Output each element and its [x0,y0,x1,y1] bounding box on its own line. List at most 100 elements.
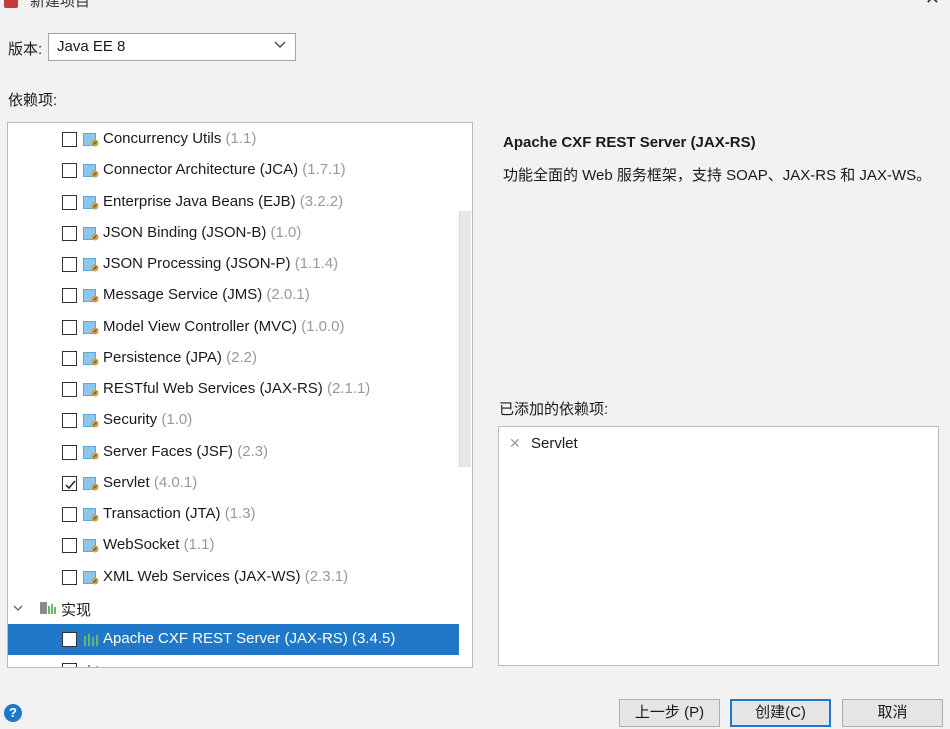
dependency-checkbox[interactable] [62,257,77,272]
dependency-name: Server Faces (JSF) [103,442,234,460]
dependency-version: (4.0.1) [153,473,198,491]
dependency-row[interactable]: Transaction (JTA) (1.3) [8,499,472,530]
dependency-row[interactable]: JSON Processing (JSON-P) (1.1.4) [8,249,472,280]
library-icon [83,195,99,210]
dependency-name: Persistence (JPA) [103,348,222,366]
previous-button[interactable]: 上一步 (P) [619,699,720,727]
dependency-label: Security (1.0) [103,411,192,428]
dependency-version: (2.3.1) [304,567,349,585]
dependency-checkbox[interactable] [62,507,77,522]
dependency-version: (1.3) [224,505,256,522]
dependency-checkbox[interactable] [62,569,77,585]
scrollbar-thumb[interactable] [459,211,471,467]
dependency-version: (1.1.4) [294,255,339,272]
dependency-row[interactable]: XML Web Services (JAX-WS) (2.3.1) [8,562,472,593]
dependency-label: Connector Architecture (JCA) (1.7.1) [103,161,346,178]
dependency-row-partial[interactable] [8,655,472,667]
dependency-label: Server Faces (JSF) (2.3) [103,443,268,460]
version-label: 版本: [8,41,43,58]
help-icon[interactable]: ? [4,704,22,722]
cancel-button[interactable]: 取消 [842,699,943,727]
dependency-row[interactable]: Connector Architecture (JCA) (1.7.1) [8,155,472,186]
dependency-label: Model View Controller (MVC) (1.0.0) [103,318,344,335]
dependency-label: XML Web Services (JAX-WS) (2.3.1) [103,568,348,585]
dependency-checkbox[interactable] [62,632,77,647]
dependency-checkbox[interactable] [62,194,77,210]
version-select[interactable]: Java EE 8 [48,33,296,61]
title-bar: 新建项目 ✕ [0,0,950,10]
dependency-version: (3.2.2) [299,192,344,210]
library-icon [83,413,99,428]
dependency-name: RESTful Web Services (JAX-RS) [103,380,323,397]
dependency-name: JSON Processing (JSON-P) [103,255,291,272]
dependency-version: (1.1) [225,130,257,147]
library-icon [83,132,99,147]
dependency-tree[interactable]: Concurrency Utils (1.1) Connector Archite… [7,122,473,668]
added-dependencies-label: 已添加的依赖项: [499,401,609,418]
dependency-version: (3.4.5) [351,630,396,647]
dependencies-label: 依赖项: [8,92,58,109]
dependency-version: (1.0) [270,223,302,241]
dependency-checkbox[interactable] [62,132,77,147]
dependency-label: JSON Binding (JSON-B) (1.0) [103,224,301,241]
added-dependencies-list: ✕ Servlet [498,426,939,666]
dependency-row[interactable]: Server Faces (JSF) (2.3) [8,437,472,468]
dependency-label: RESTful Web Services (JAX-RS) (2.1.1) [103,380,370,397]
dependency-checkbox[interactable] [62,225,77,241]
dependency-checkbox[interactable] [62,288,77,304]
dependency-name: Security [103,411,158,429]
dependency-checkbox[interactable] [62,382,77,397]
dependency-checkbox[interactable] [62,163,77,179]
dependency-checkbox[interactable] [62,475,77,491]
description-text: 功能全面的 Web 服务框架，支持 SOAP、JAX-RS 和 JAX-WS。 [503,167,932,184]
dependency-label: Transaction (JTA) (1.3) [103,505,256,522]
dependency-row[interactable]: WebSocket (1.1) [8,530,472,561]
dependency-row[interactable]: JSON Binding (JSON-B) (1.0) [8,218,472,249]
library-icon [83,351,99,366]
dependency-row[interactable]: Servlet (4.0.1) [8,468,472,499]
create-button[interactable]: 创建(C) [730,699,831,727]
dependency-name: Transaction (JTA) [103,505,221,522]
dependency-label: Servlet (4.0.1) [103,474,197,491]
category-row-impl[interactable]: 实现 [8,593,472,624]
library-icon [83,476,99,491]
dependency-name: Concurrency Utils [103,130,222,147]
dependency-checkbox[interactable] [62,444,77,460]
library-icon [83,288,99,303]
dependency-name: Servlet [103,473,150,491]
added-item: ✕ Servlet [509,435,578,452]
dependency-version: (1.0.0) [301,317,345,335]
dependency-checkbox[interactable] [62,350,77,366]
added-item-label: Servlet [531,435,578,452]
dependency-row[interactable]: Persistence (JPA) (2.2) [8,343,472,374]
dependency-version: (1.7.1) [302,161,346,179]
dependency-name: Enterprise Java Beans (EJB) [103,192,296,210]
dependency-row[interactable]: Concurrency Utils (1.1) [8,124,472,155]
dependency-name: WebSocket [103,536,180,554]
dependency-version: (2.2) [226,348,257,366]
library-icon [83,382,99,397]
dependency-name: JSON Binding (JSON-B) [103,223,267,241]
dependency-checkbox[interactable] [62,538,77,554]
library-icon [83,226,99,241]
dependency-row[interactable]: RESTful Web Services (JAX-RS) (2.1.1) [8,374,472,405]
dependency-checkbox[interactable] [62,413,77,429]
library-icon [83,663,99,667]
library-icon [83,507,99,522]
remove-icon[interactable]: ✕ [509,435,523,452]
description-title: Apache CXF REST Server (JAX-RS) [503,134,756,151]
dependency-checkbox[interactable] [62,319,77,335]
library-icon [83,320,99,335]
dependency-row[interactable]: Enterprise Java Beans (EJB) (3.2.2) [8,187,472,218]
library-icon [83,632,99,647]
dependency-name: Connector Architecture (JCA) [103,161,299,179]
dependency-row[interactable]: Message Service (JMS) (2.0.1) [8,280,472,311]
chevron-down-icon[interactable] [12,602,24,614]
dependency-label: JSON Processing (JSON-P) (1.1.4) [103,255,338,272]
dependency-row[interactable]: Security (1.0) [8,405,472,436]
dependency-row[interactable]: Model View Controller (MVC) (1.0.0) [8,312,472,343]
library-icon [83,538,99,553]
close-icon[interactable]: ✕ [925,0,940,9]
dependency-checkbox[interactable] [62,663,77,667]
dependency-row[interactable]: Apache CXF REST Server (JAX-RS) (3.4.5) [8,624,472,655]
